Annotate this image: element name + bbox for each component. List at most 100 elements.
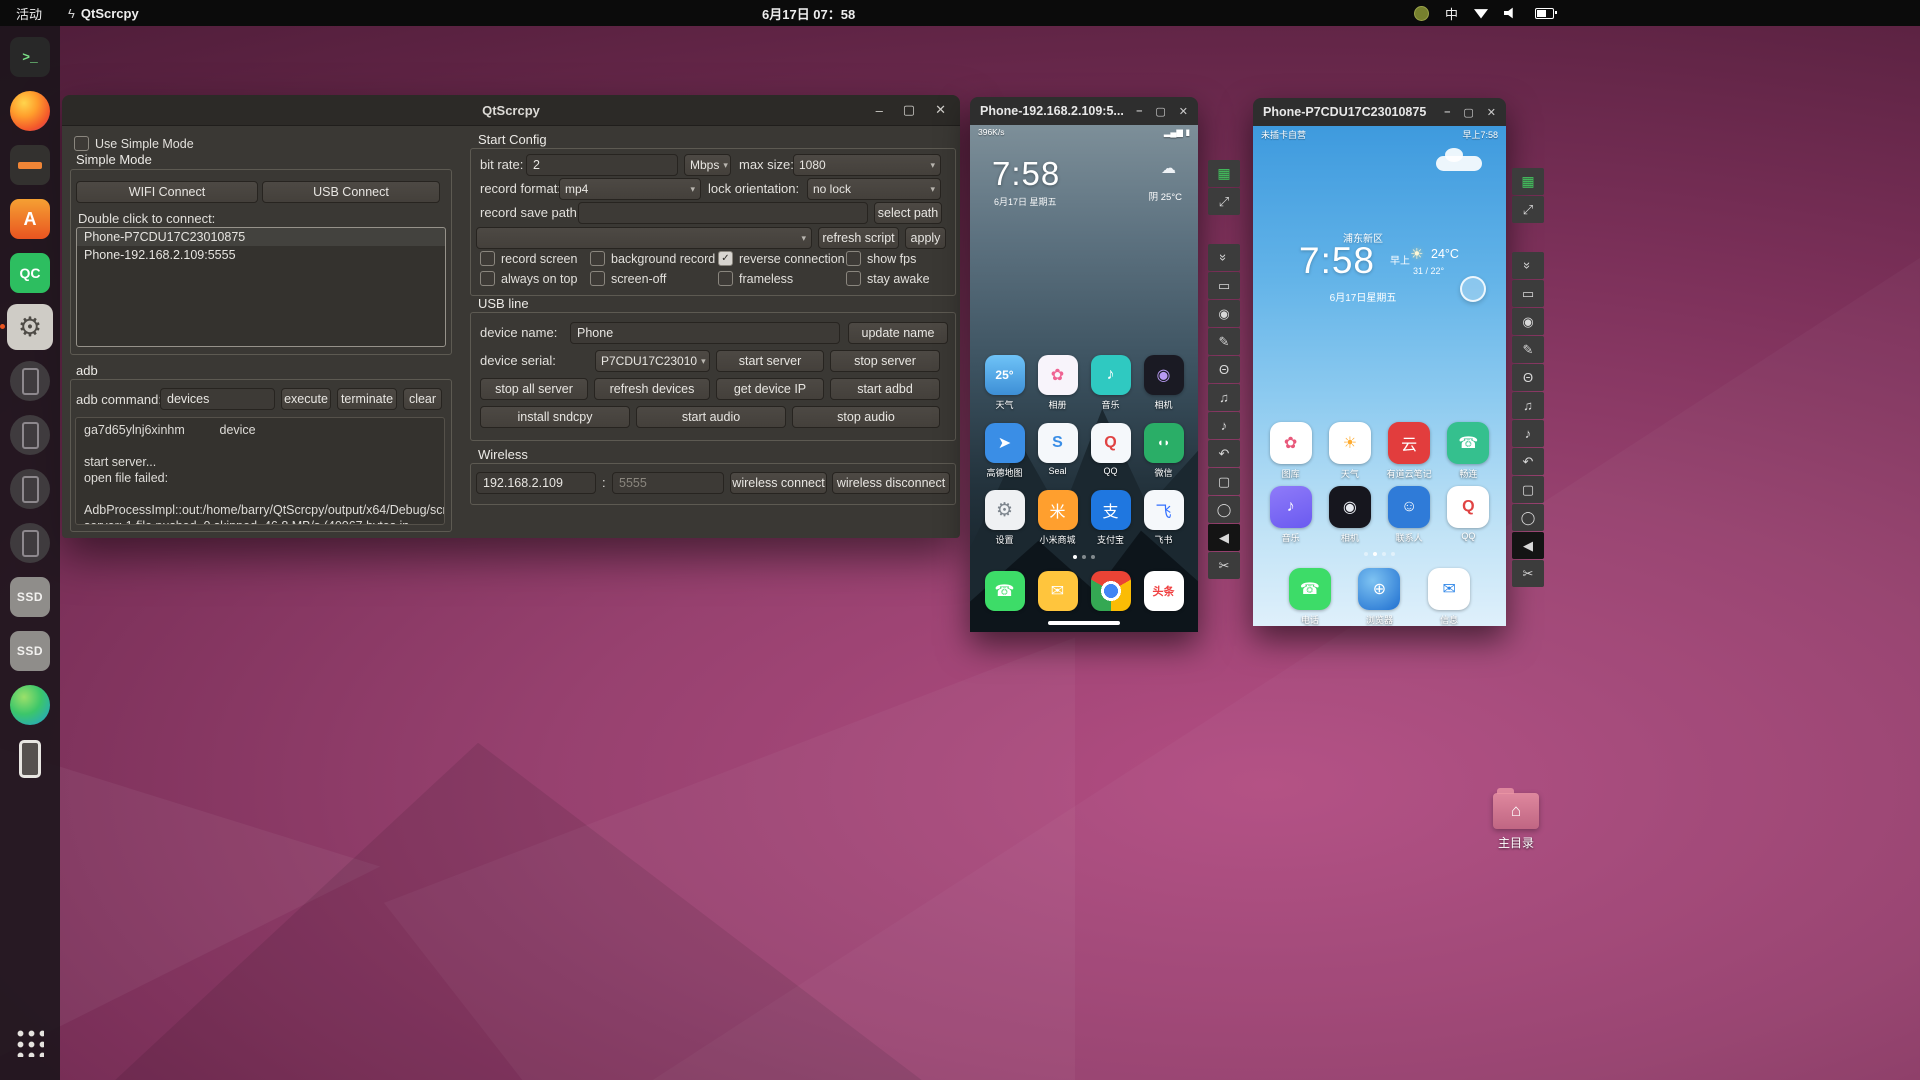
wifi-icon[interactable] <box>1474 9 1489 19</box>
minimize-button[interactable]: – <box>1136 105 1142 117</box>
seal-app-icon[interactable]: S <box>1037 423 1078 463</box>
volume-up-button[interactable]: ♫ <box>1208 384 1240 411</box>
record-save-path-input[interactable] <box>578 202 868 224</box>
app-tile[interactable]: ☺ 联系人 <box>1384 486 1434 544</box>
frameless-checkbox[interactable]: frameless <box>718 271 793 286</box>
power-button[interactable]: Θ <box>1208 356 1240 383</box>
battery-icon[interactable] <box>1535 7 1558 19</box>
terminate-button[interactable]: terminate <box>337 388 397 410</box>
app-tile[interactable]: 25° 天气 <box>980 355 1030 411</box>
rotate-screen-button[interactable]: ↶ <box>1208 440 1240 467</box>
dock-item-firefox[interactable] <box>7 88 53 134</box>
toutiao-app-icon[interactable]: 头条 <box>1143 571 1184 611</box>
app-tile[interactable]: S Seal <box>1033 423 1083 479</box>
device-list-item[interactable]: Phone-P7CDU17C23010875 <box>77 228 445 246</box>
camera-app-icon[interactable]: ◉ <box>1143 355 1184 395</box>
camera-app-icon[interactable]: ◉ <box>1328 486 1371 528</box>
touch-pad-button[interactable]: ▭ <box>1512 280 1544 307</box>
wireless-disconnect-button[interactable]: wireless disconnect <box>832 472 950 494</box>
app-tile[interactable]: ➤ 高德地图 <box>980 423 1030 479</box>
home-button[interactable]: ◯ <box>1512 504 1544 531</box>
device-serial-select[interactable]: P7CDU17C23010 ▾ <box>595 350 710 372</box>
app-tile[interactable]: Q QQ <box>1086 423 1136 479</box>
app-switch-button[interactable]: ▢ <box>1512 476 1544 503</box>
app-tile[interactable]: 支支付宝 <box>1086 490 1136 546</box>
phone-app-icon[interactable]: ☎ <box>984 571 1025 611</box>
wireless-connect-button[interactable]: wireless connect <box>730 472 827 494</box>
alipay-app-icon[interactable]: 支 <box>1090 490 1131 530</box>
settings-app-icon[interactable]: ⚙ <box>984 490 1025 530</box>
dock-app[interactable]: ✉ <box>1033 571 1083 611</box>
power-button[interactable]: Θ <box>1512 364 1544 391</box>
messages-app-icon[interactable]: ✉ <box>1037 571 1078 611</box>
apply-button[interactable]: apply <box>905 227 946 249</box>
stop-server-button[interactable]: stop server <box>830 350 940 372</box>
annotate-button[interactable]: ✎ <box>1208 328 1240 355</box>
fullscreen-button[interactable]: ⤢ <box>1208 188 1240 215</box>
script-select[interactable]: ▾ <box>476 227 812 249</box>
refresh-devices-button[interactable]: refresh devices <box>594 378 710 400</box>
show-screen-button[interactable]: ◉ <box>1208 300 1240 327</box>
qq-app-icon[interactable]: Q <box>1447 486 1490 528</box>
close-button[interactable]: ✕ <box>935 102 946 118</box>
phone1-screen[interactable]: 396K/s ▂▄▆ ▮ 7:58 6月17日 星期五 ☁ 阴 25°C 25° 天… <box>970 125 1198 632</box>
dock-item-qtcreator[interactable]: QC <box>7 250 53 296</box>
ime-indicator[interactable]: 中 <box>1445 4 1458 23</box>
dock-app[interactable] <box>1086 571 1136 611</box>
dock-item-ssd-2[interactable]: SSD <box>7 628 53 674</box>
use-simple-mode-checkbox[interactable]: Use Simple Mode <box>74 136 194 151</box>
maximize-button[interactable]: ▢ <box>1463 106 1473 119</box>
reverse-connection-checkbox[interactable]: reverse connection <box>718 251 845 266</box>
dock-item-phone[interactable] <box>7 736 53 782</box>
app-tile[interactable]: ☎ 畅连 <box>1443 422 1493 480</box>
screen-map-button[interactable]: ▦ <box>1512 168 1544 195</box>
gallery-app-icon[interactable]: ✿ <box>1037 355 1078 395</box>
app-tile[interactable]: 米小米商城 <box>1033 490 1083 546</box>
youdao-note-app-icon[interactable]: 云 <box>1388 422 1431 464</box>
feishu-app-icon[interactable]: 飞 <box>1143 490 1184 530</box>
close-button[interactable]: ✕ <box>1179 105 1188 118</box>
app-tile[interactable]: ♪ 音乐 <box>1086 355 1136 411</box>
wireless-ip-input[interactable] <box>476 472 596 494</box>
app-tile[interactable]: ☀ 天气 <box>1325 422 1375 480</box>
app-tile[interactable]: Q QQ <box>1443 486 1493 544</box>
browser-app-icon[interactable]: ⊕ <box>1358 568 1401 610</box>
app-tile[interactable]: ◉ 相机 <box>1139 355 1189 411</box>
dock-app[interactable]: 头条 <box>1139 571 1189 611</box>
usb-connect-button[interactable]: USB Connect <box>262 181 440 203</box>
music-app-icon[interactable]: ♪ <box>1269 486 1312 528</box>
record-screen-checkbox[interactable]: record screen <box>480 251 577 266</box>
messages-app-icon[interactable]: ✉ <box>1428 568 1471 610</box>
volume-icon[interactable] <box>1504 7 1513 19</box>
minimize-button[interactable]: – <box>1444 106 1450 118</box>
device-list[interactable]: Phone-P7CDU17C23010875 Phone-192.168.2.1… <box>76 227 446 347</box>
show-fps-checkbox[interactable]: show fps <box>846 251 916 266</box>
dock-app[interactable]: ☎ <box>980 571 1030 611</box>
touch-pad-button[interactable]: ▭ <box>1208 272 1240 299</box>
app-tile[interactable]: 云有道云笔记 <box>1384 422 1434 480</box>
dock-item-terminal[interactable]: >_ <box>7 34 53 80</box>
record-format-select[interactable]: mp4 ▾ <box>559 178 701 200</box>
volume-down-button[interactable]: ♪ <box>1512 420 1544 447</box>
install-sndcpy-button[interactable]: install sndcpy <box>480 406 630 428</box>
weather-app-icon[interactable]: ☀ <box>1328 422 1371 464</box>
adb-command-input[interactable] <box>160 388 275 410</box>
start-server-button[interactable]: start server <box>716 350 824 372</box>
home-folder-icon[interactable]: ⌂ <box>1493 788 1539 829</box>
dock-app[interactable]: ⊕ 浏览器 <box>1354 568 1404 626</box>
wifi-connect-button[interactable]: WIFI Connect <box>76 181 258 203</box>
adb-log-output[interactable]: ga7d65ylnj6xinhm device start server... … <box>75 417 445 525</box>
app-tile[interactable]: ♪ 音乐 <box>1266 486 1316 544</box>
weather-app-icon[interactable]: 25° <box>984 355 1025 395</box>
get-device-ip-button[interactable]: get device IP <box>716 378 824 400</box>
device-name-input[interactable] <box>570 322 840 344</box>
bit-rate-unit-select[interactable]: Mbps ▾ <box>684 154 731 176</box>
start-audio-button[interactable]: start audio <box>636 406 786 428</box>
device-list-item[interactable]: Phone-192.168.2.109:5555 <box>77 246 445 264</box>
screen-map-button[interactable]: ▦ <box>1208 160 1240 187</box>
update-name-button[interactable]: update name <box>848 322 948 344</box>
background-record-checkbox[interactable]: background record <box>590 251 715 266</box>
show-screen-button[interactable]: ◉ <box>1512 308 1544 335</box>
maps-app-icon[interactable]: ➤ <box>984 423 1025 463</box>
annotate-button[interactable]: ✎ <box>1512 336 1544 363</box>
